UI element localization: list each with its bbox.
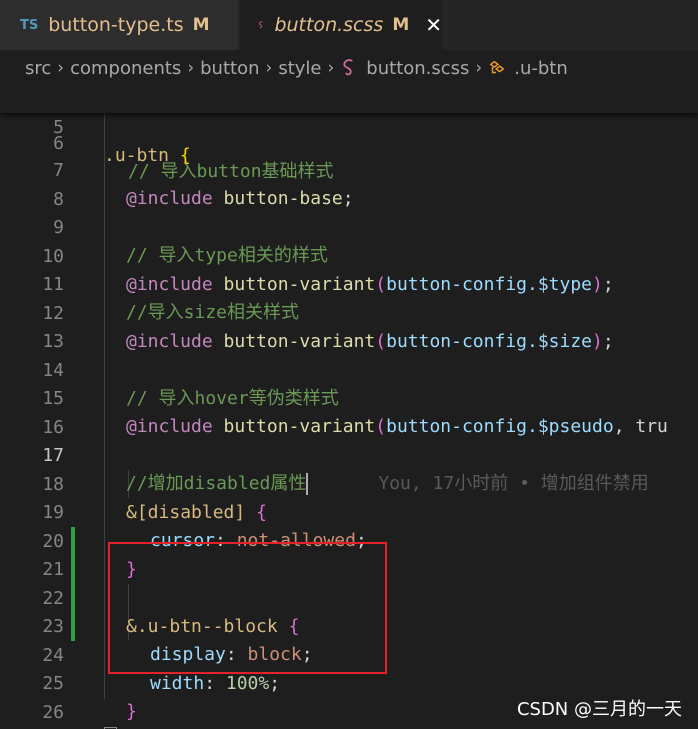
close-icon[interactable]: ✕	[425, 13, 442, 37]
modified-indicator: M	[392, 15, 410, 35]
breadcrumb-item-button[interactable]: button	[200, 58, 259, 79]
breadcrumb-item-file[interactable]: button.scss	[366, 58, 469, 79]
chevron-right-icon: ›	[187, 58, 195, 78]
tab-button-type-ts[interactable]: TS button-type.ts M	[0, 0, 238, 50]
code-line-21: 21	[0, 528, 698, 580]
typescript-file-icon: TS	[20, 17, 39, 33]
editor-tab-bar: TS button-type.ts M button.scss M ✕	[0, 0, 698, 50]
modified-indicator: M	[192, 15, 210, 35]
chevron-right-icon: ›	[327, 58, 335, 78]
chevron-right-icon: ›	[57, 58, 65, 78]
sticky-scroll-header[interactable]: 5 .u-btn {	[0, 86, 698, 166]
breadcrumb-item-components[interactable]: components	[70, 58, 181, 79]
code-line-19: 19 cursor: not-allowed;	[0, 471, 698, 551]
code-line-25: 25 }	[0, 642, 698, 722]
code-line-17: 17 //增加disabled属性 You, 17小时前 • 增加组件禁用	[0, 414, 698, 495]
code-line-14: 14 // 导入hover等伪类样式	[0, 329, 698, 409]
symbol-class-icon	[489, 60, 505, 74]
code-line-15: 15 @include button-variant(button-config…	[0, 357, 698, 437]
watermark: CSDN @三月的一天	[516, 699, 682, 720]
code-line-20: 20 }	[0, 500, 698, 580]
code-line-22: 22 &.u-btn--block {	[0, 557, 698, 637]
code-line-16: 16	[0, 386, 698, 438]
sass-file-icon	[259, 21, 263, 28]
selector: .u-btn	[104, 145, 170, 166]
breadcrumb: src › components › button › style › butt…	[0, 50, 698, 86]
code-line-5: 5 .u-btn {	[0, 86, 698, 166]
breadcrumb-item-symbol[interactable]: .u-btn	[514, 58, 568, 79]
breadcrumb-item-src[interactable]: src	[25, 58, 51, 79]
code-line-11: 11 //导入size相关样式	[0, 243, 698, 323]
breadcrumb-item-style[interactable]: style	[278, 58, 321, 79]
chevron-right-icon: ›	[475, 58, 483, 78]
code-line-13: 13	[0, 300, 698, 352]
code-line-12: 12 @include button-variant(button-config…	[0, 272, 698, 352]
code-line-24: 24 width: 100%;	[0, 614, 698, 694]
tab-label: button.scss	[274, 14, 384, 36]
tab-label: button-type.ts	[48, 14, 184, 36]
code-line-23: 23 display: block;	[0, 585, 698, 665]
code-editor[interactable]: 6 // 导入button基础样式 7 @include button-base…	[0, 86, 698, 729]
tab-button-scss[interactable]: button.scss M ✕	[240, 0, 442, 50]
code-content: .u-btn {	[104, 142, 191, 170]
brace: {	[179, 145, 191, 166]
code-line-9: 9 // 导入type相关的样式	[0, 186, 698, 266]
chevron-right-icon: ›	[265, 58, 273, 78]
code-line-10: 10 @include button-variant(button-config…	[0, 215, 698, 295]
line-number: 5	[53, 117, 64, 138]
code-line-18: 18 &[disabled] {	[0, 443, 698, 523]
sass-file-icon	[343, 59, 353, 76]
